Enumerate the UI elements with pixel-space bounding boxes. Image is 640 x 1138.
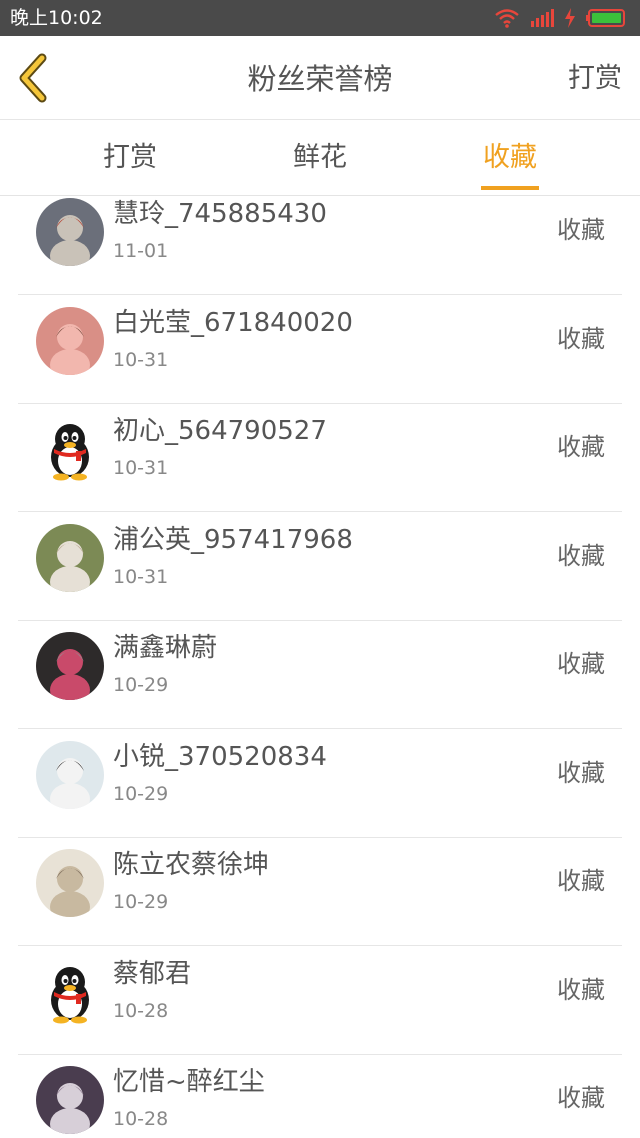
charging-icon <box>564 8 576 28</box>
list-item[interactable]: 浦公英_957417968 10-31 收藏 <box>18 513 622 621</box>
list-item[interactable]: 小锐_370520834 10-29 收藏 <box>18 730 622 838</box>
status-time: 晚上10:02 <box>10 7 103 29</box>
photo-avatar <box>36 198 104 266</box>
fan-date: 10-29 <box>113 674 169 696</box>
tab-label: 收藏 <box>483 142 537 173</box>
penguin-avatar <box>36 958 104 1026</box>
fan-name: 陈立农蔡徐坤 <box>113 850 270 880</box>
fan-name: 满鑫琳蔚 <box>113 633 218 663</box>
battery-icon <box>586 9 626 27</box>
fan-list[interactable]: 慧玲_745885430 11-01 收藏 白光莹_671840020 10-31 收藏初… <box>0 196 640 1138</box>
fan-date: 10-29 <box>113 891 169 913</box>
fan-name: 慧玲_745885430 <box>113 199 327 229</box>
fan-name: 浦公英_957417968 <box>113 524 353 555</box>
list-item[interactable]: 忆惜~醉红尘 10-28 收藏 <box>18 1055 622 1138</box>
reward-button[interactable]: 打赏 <box>568 60 622 98</box>
page-title: 粉丝荣誉榜 <box>247 62 393 96</box>
tab-reward[interactable]: 打赏 <box>101 121 159 196</box>
favorite-label[interactable]: 收藏 <box>557 1080 605 1116</box>
photo-avatar <box>36 849 104 917</box>
tab-label: 鲜花 <box>293 142 347 173</box>
fan-name: 忆惜~醉红尘 <box>113 1067 265 1097</box>
fan-name: 蔡郁君 <box>113 958 192 989</box>
fan-name: 初心_564790527 <box>113 416 327 446</box>
tab-flowers[interactable]: 鲜花 <box>291 121 349 196</box>
list-item[interactable]: 蔡郁君 10-28 收藏 <box>18 947 622 1055</box>
wifi-icon <box>494 8 520 28</box>
photo-avatar <box>36 1066 104 1134</box>
fan-date: 10-28 <box>113 1108 169 1130</box>
list-item[interactable]: 白光莹_671840020 10-31 收藏 <box>18 296 622 404</box>
photo-avatar <box>36 632 104 700</box>
list-item[interactable]: 慧玲_745885430 11-01 收藏 <box>18 196 622 295</box>
penguin-avatar <box>36 415 104 483</box>
favorite-label[interactable]: 收藏 <box>557 212 605 248</box>
signal-icon <box>530 9 554 27</box>
photo-avatar <box>36 306 104 375</box>
favorite-label[interactable]: 收藏 <box>557 863 605 899</box>
photo-avatar <box>36 740 104 809</box>
favorite-label[interactable]: 收藏 <box>557 429 605 465</box>
list-item[interactable]: 陈立农蔡徐坤 10-29 收藏 <box>18 838 622 946</box>
nav-bar: 粉丝荣誉榜 打赏 <box>0 36 640 120</box>
tab-label: 打赏 <box>103 142 157 173</box>
fan-date: 10-28 <box>113 999 169 1022</box>
fan-date: 10-31 <box>113 348 169 371</box>
favorite-label[interactable]: 收藏 <box>557 646 605 682</box>
status-bar: 晚上10:02 <box>0 0 640 36</box>
photo-avatar <box>36 523 104 592</box>
fan-date: 10-31 <box>113 457 169 479</box>
fan-date: 10-31 <box>113 565 169 588</box>
fan-name: 白光莹_671840020 <box>113 307 353 338</box>
favorite-label[interactable]: 收藏 <box>557 538 605 574</box>
favorite-label[interactable]: 收藏 <box>557 321 605 357</box>
fan-date: 11-01 <box>113 240 169 262</box>
fan-name: 小锐_370520834 <box>113 741 327 772</box>
fan-date: 10-29 <box>113 782 169 805</box>
favorite-label[interactable]: 收藏 <box>557 755 605 791</box>
tab-favorites[interactable]: 收藏 <box>481 121 539 196</box>
list-item[interactable]: 初心_564790527 10-31 收藏 <box>18 404 622 512</box>
tab-underline <box>481 186 539 190</box>
tab-bar: 打赏 鲜花 收藏 <box>0 121 640 196</box>
status-icons <box>494 7 626 29</box>
favorite-label[interactable]: 收藏 <box>557 972 605 1008</box>
list-item[interactable]: 满鑫琳蔚 10-29 收藏 <box>18 621 622 729</box>
